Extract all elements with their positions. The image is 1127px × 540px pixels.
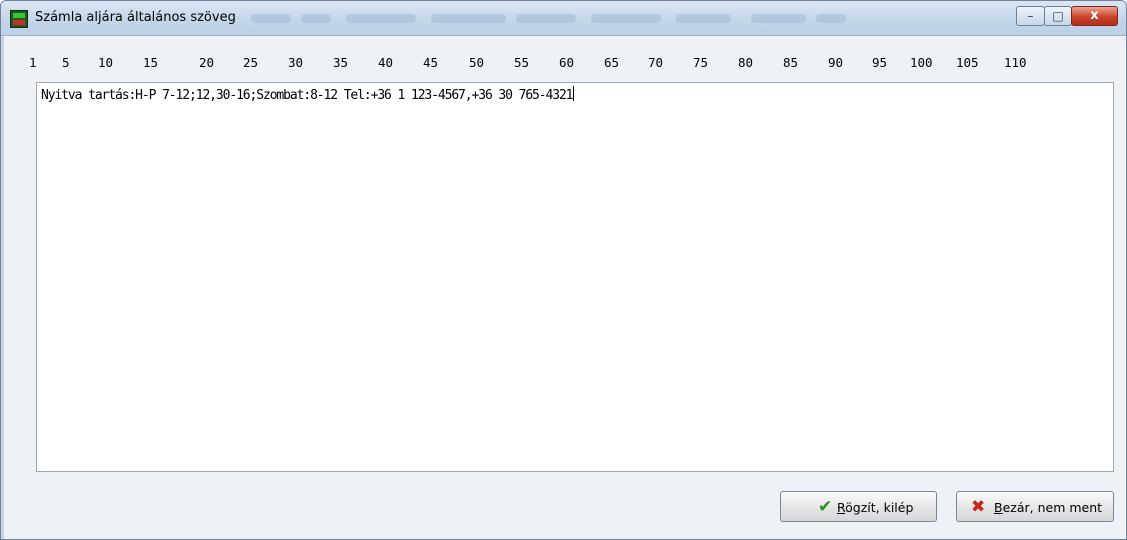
ruler-tick: 85 [783,55,799,70]
cancel-label-rest: ezár, nem ment [1002,500,1103,515]
save-and-exit-button[interactable]: ✔ Rögzít, kilép [780,491,937,522]
ruler-tick: 55 [514,55,530,70]
ruler-tick: 60 [559,55,575,70]
minimize-button[interactable]: – [1016,6,1045,26]
close-without-saving-button[interactable]: ✖ Bezár, nem ment [956,491,1114,522]
window-title: Számla aljára általános szöveg [35,10,236,25]
blurred-background-text [751,14,806,23]
blurred-background-text [816,14,846,23]
ruler-tick: 25 [243,55,259,70]
ruler-tick: 100 [910,55,933,70]
blurred-background-text [301,14,331,23]
ruler-tick: 35 [333,55,349,70]
cancel-accelerator: B [994,500,1003,515]
editor-text-line[interactable]: Nyitva tartás:H-P 7-12;12,30-16;Szombat:… [41,86,575,103]
editor-text: Nyitva tartás:H-P 7-12;12,30-16;Szombat:… [41,88,574,103]
save-label-rest: ögzít, kilép [845,500,914,515]
dialog-window: Számla aljára általános szöveg – □ x 1 5… [0,0,1127,540]
text-caret [573,86,575,101]
close-button[interactable]: x [1071,6,1118,26]
column-ruler: 1 5 10 15 20 25 30 35 40 45 50 55 60 65 … [19,49,1119,75]
save-and-exit-label: Rögzít, kilép [837,500,913,515]
ruler-tick: 70 [648,55,664,70]
ruler-tick: 80 [738,55,754,70]
window-left-edge [1,36,4,539]
blurred-background-text [346,14,416,23]
ruler-tick: 50 [469,55,485,70]
title-bar[interactable]: Számla aljára általános szöveg – □ x [1,1,1126,36]
app-icon[interactable] [10,10,28,28]
maximize-icon: □ [1052,9,1064,23]
ruler-tick: 95 [872,55,888,70]
save-accelerator: R [837,500,846,515]
footer-text-editor[interactable]: Nyitva tartás:H-P 7-12;12,30-16;Szombat:… [36,82,1114,472]
ruler-tick: 110 [1004,55,1027,70]
maximize-button[interactable]: □ [1044,6,1072,26]
close-icon: x [1090,8,1099,23]
ruler-tick: 45 [423,55,439,70]
blurred-background-text [251,14,291,23]
checkmark-icon: ✔ [818,497,833,517]
blurred-background-text [676,14,731,23]
ruler-tick: 10 [98,55,114,70]
ruler-tick: 40 [378,55,394,70]
ruler-tick: 15 [143,55,159,70]
ruler-tick: 90 [828,55,844,70]
blurred-background-text [431,14,506,23]
minimize-icon: – [1027,9,1034,23]
blurred-background-text [591,14,661,23]
ruler-tick: 30 [288,55,304,70]
blurred-background-text [516,14,576,23]
ruler-tick: 75 [693,55,709,70]
close-without-saving-label: Bezár, nem ment [994,500,1102,515]
ruler-tick: 105 [956,55,979,70]
ruler-tick: 65 [604,55,620,70]
ruler-tick: 20 [199,55,215,70]
ruler-tick: 1 [29,55,37,70]
ruler-tick: 5 [62,55,70,70]
red-x-icon: ✖ [971,497,986,517]
